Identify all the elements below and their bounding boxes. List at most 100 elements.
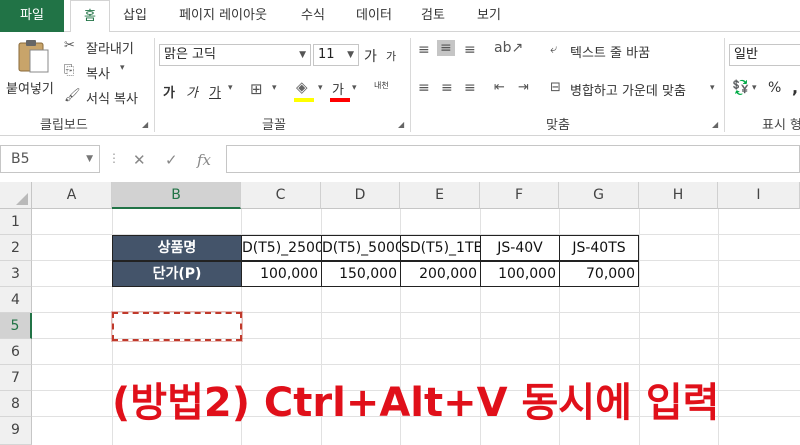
font-color-button[interactable]: 가	[332, 79, 344, 98]
formula-input[interactable]	[226, 145, 800, 173]
wrap-text-button[interactable]: 텍스트 줄 바꿈	[570, 42, 650, 61]
align-bottom-icon[interactable]: ≡	[464, 42, 476, 58]
font-size-select[interactable]: 11 ▼	[313, 44, 359, 66]
align-right-icon[interactable]: ≡	[464, 80, 476, 96]
active-cell-b5[interactable]	[111, 311, 243, 342]
formula-bar-grip-icon[interactable]: ⋮	[108, 151, 120, 165]
tab-review[interactable]: 검토	[410, 0, 456, 32]
font-name-value: 맑은 고딕	[164, 47, 216, 62]
alignment-group-label: 맞춤	[546, 118, 570, 133]
underline-button[interactable]: 가	[209, 82, 221, 101]
tab-view[interactable]: 보기	[466, 0, 512, 32]
cell-b3-price-header[interactable]: 단가(P)	[112, 261, 242, 287]
merge-dropdown-icon[interactable]: ▾	[710, 83, 715, 93]
cell-b2-product-header[interactable]: 상품명	[112, 235, 242, 261]
column-header-a[interactable]: A	[32, 182, 112, 209]
increase-indent-icon[interactable]: ⇥	[518, 80, 529, 95]
format-painter-icon[interactable]: 🖌	[64, 88, 81, 103]
scissors-icon[interactable]: ✂	[64, 38, 75, 53]
alignment-launcher-icon[interactable]: ◢	[712, 120, 718, 129]
underline-dropdown-icon[interactable]: ▾	[228, 83, 233, 93]
clipboard-group-label: 클립보드	[40, 118, 88, 133]
font-launcher-icon[interactable]: ◢	[398, 120, 404, 129]
copy-button[interactable]: 복사	[86, 63, 110, 82]
align-left-icon[interactable]: ≡	[418, 80, 430, 96]
percent-button[interactable]: %	[768, 80, 781, 96]
accounting-format-icon[interactable]: 💱	[732, 80, 749, 96]
decrease-indent-icon[interactable]: ⇤	[494, 80, 505, 95]
tab-page-layout[interactable]: 페이지 레이아웃	[166, 0, 280, 32]
fill-color-icon[interactable]: ◈	[296, 78, 308, 96]
insert-function-icon[interactable]: fx	[197, 151, 211, 169]
border-icon[interactable]: ⊞	[250, 80, 263, 98]
row-header-1[interactable]: 1	[0, 209, 32, 235]
row-header-6[interactable]: 6	[0, 339, 32, 365]
paste-label: 붙여넣기	[6, 82, 54, 97]
column-header-g[interactable]: G	[559, 182, 639, 209]
accounting-dropdown-icon[interactable]: ▾	[752, 83, 757, 93]
font-name-select[interactable]: 맑은 고딕 ▼	[159, 44, 311, 66]
select-all-button[interactable]	[0, 182, 32, 209]
merge-center-icon[interactable]: ⊟	[550, 80, 561, 95]
enter-icon[interactable]: ✓	[165, 151, 178, 169]
bold-button[interactable]: 가	[163, 82, 175, 101]
tab-file[interactable]: 파일	[0, 0, 64, 32]
tab-data[interactable]: 데이터	[346, 0, 402, 32]
row-header-2[interactable]: 2	[0, 235, 32, 261]
shrink-font-button[interactable]: 가	[386, 48, 396, 64]
cell-d3-price[interactable]: 150,000	[321, 261, 401, 287]
cell-d2-product[interactable]: D(T5)_5000	[321, 235, 401, 261]
orientation-icon[interactable]: ab↗	[494, 40, 523, 56]
cell-g3-price[interactable]: 70,000	[559, 261, 639, 287]
cell-c2-product[interactable]: D(T5)_2500	[241, 235, 322, 261]
name-box-value: B5	[11, 151, 30, 167]
row-header-5[interactable]: 5	[0, 313, 32, 339]
tab-home[interactable]: 홈	[70, 0, 110, 33]
cell-e3-price[interactable]: 200,000	[400, 261, 481, 287]
column-header-i[interactable]: I	[718, 182, 800, 209]
cell-c3-price[interactable]: 100,000	[241, 261, 322, 287]
row-header-8[interactable]: 8	[0, 391, 32, 417]
number-group-label: 표시 형	[762, 118, 800, 133]
font-color-swatch	[330, 98, 350, 102]
tab-insert[interactable]: 삽입	[114, 0, 156, 32]
border-dropdown-icon[interactable]: ▾	[272, 83, 277, 93]
column-header-d[interactable]: D	[321, 182, 400, 209]
row-header-7[interactable]: 7	[0, 365, 32, 391]
row-header-3[interactable]: 3	[0, 261, 32, 287]
column-header-h[interactable]: H	[639, 182, 718, 209]
group-divider	[154, 38, 155, 132]
column-header-b[interactable]: B	[112, 182, 241, 209]
wrap-text-icon[interactable]: ⤶	[550, 42, 557, 57]
copy-dropdown-icon[interactable]: ▾	[120, 63, 125, 73]
format-painter-button[interactable]: 서식 복사	[86, 88, 138, 107]
row-header-9[interactable]: 9	[0, 417, 32, 445]
column-header-f[interactable]: F	[480, 182, 559, 209]
cell-g2-product[interactable]: JS-40TS	[559, 235, 639, 261]
merge-center-button[interactable]: 병합하고 가운데 맞춤	[570, 80, 686, 99]
column-header-e[interactable]: E	[400, 182, 480, 209]
align-middle-icon[interactable]: ≡	[437, 40, 455, 56]
copy-icon[interactable]: ⎘	[64, 63, 74, 78]
cell-f2-product[interactable]: JS-40V	[480, 235, 560, 261]
font-color-dropdown-icon[interactable]: ▾	[352, 83, 357, 93]
cancel-icon[interactable]: ✕	[133, 151, 146, 169]
name-box[interactable]: B5 ▼	[0, 145, 100, 173]
phonetic-button[interactable]: 내천	[374, 80, 389, 91]
align-top-icon[interactable]: ≡	[418, 42, 430, 58]
cell-f3-price[interactable]: 100,000	[480, 261, 560, 287]
fill-dropdown-icon[interactable]: ▾	[318, 83, 323, 93]
cell-e2-product[interactable]: SD(T5)_1TB	[400, 235, 481, 261]
tab-formulas[interactable]: 수식	[290, 0, 336, 32]
grow-font-button[interactable]: 가	[364, 46, 377, 66]
paste-button[interactable]: 붙여넣기	[4, 36, 60, 108]
comma-button[interactable]: ,	[792, 78, 798, 97]
group-divider	[410, 38, 411, 132]
cut-button[interactable]: 잘라내기	[86, 38, 134, 57]
align-center-icon[interactable]: ≡	[441, 80, 453, 96]
number-format-select[interactable]: 일반	[729, 44, 800, 66]
row-header-4[interactable]: 4	[0, 287, 32, 313]
italic-button[interactable]: 가	[186, 82, 198, 101]
clipboard-launcher-icon[interactable]: ◢	[142, 120, 148, 129]
column-header-c[interactable]: C	[241, 182, 321, 209]
